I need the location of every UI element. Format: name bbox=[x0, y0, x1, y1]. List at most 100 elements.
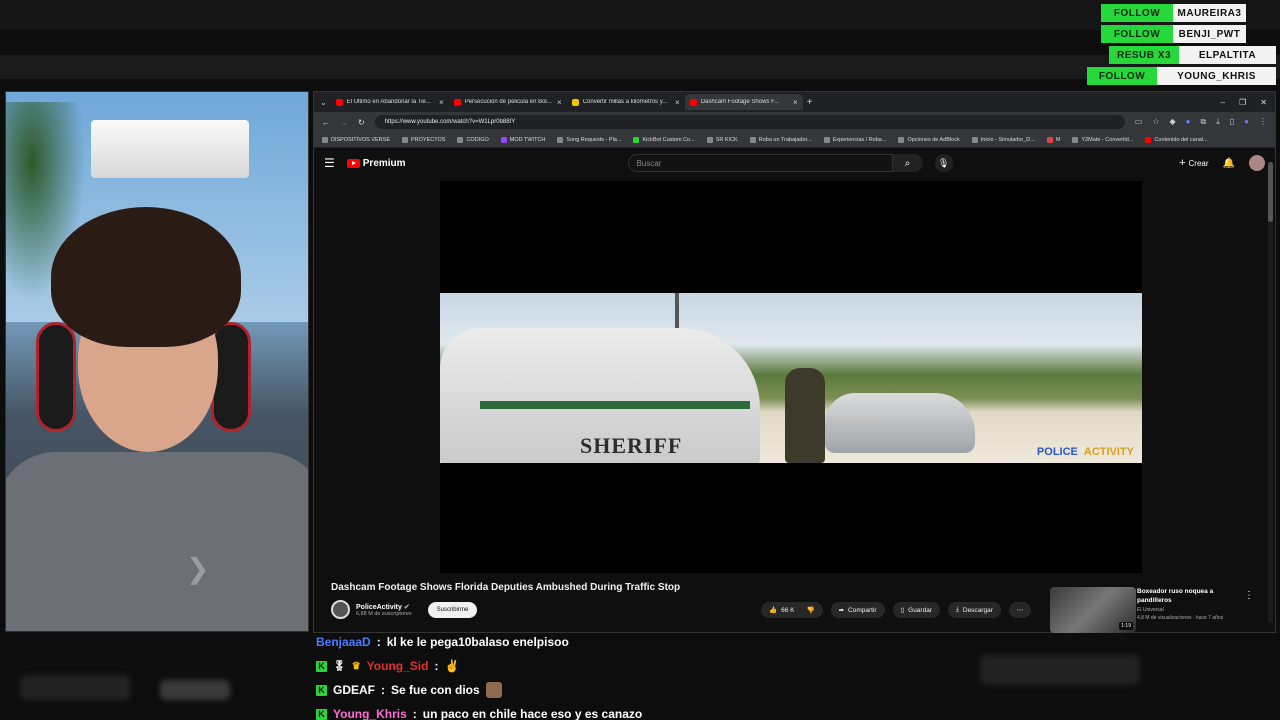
alert-name: ELPALTITA bbox=[1179, 46, 1276, 64]
notifications-bell-icon[interactable]: 🔔 bbox=[1223, 158, 1235, 169]
close-icon[interactable]: × bbox=[439, 98, 444, 107]
video-frame: SHERIFF POLICE ACTIVITY bbox=[440, 293, 1142, 463]
bookmark-item[interactable]: Contenido del canal... bbox=[1145, 136, 1208, 143]
bookmark-item[interactable]: DISPOSITIVOS VERSE bbox=[322, 136, 390, 143]
bookmark-label: Roba un Trabajador... bbox=[758, 136, 812, 143]
close-icon[interactable]: × bbox=[793, 98, 798, 107]
bookmark-item[interactable]: Experiencias / Roba... bbox=[823, 136, 886, 143]
close-icon[interactable]: × bbox=[557, 98, 562, 107]
bookmark-item[interactable]: Opciones de AdBlock bbox=[898, 136, 960, 143]
bookmark-label: DISPOSITIVOS VERSE bbox=[331, 136, 390, 143]
bookmark-label: CODIGO bbox=[466, 136, 489, 143]
bookmark-label: Opciones de AdBlock bbox=[907, 136, 960, 143]
bookmark-item[interactable]: Song Requests - Pla... bbox=[557, 136, 621, 143]
url-field[interactable]: https://www.youtube.com/watch?v=W1Lpr0b8… bbox=[374, 115, 1125, 129]
extension-icon[interactable]: ◆ bbox=[1169, 117, 1175, 127]
search-input[interactable]: Buscar bbox=[627, 154, 893, 172]
site-icon bbox=[823, 136, 830, 143]
new-tab-icon[interactable]: + bbox=[807, 97, 813, 108]
subscribe-button[interactable]: Suscribirme bbox=[427, 601, 478, 618]
background-blur-block bbox=[160, 680, 230, 700]
save-label: Guardar bbox=[908, 606, 932, 614]
extension-icon[interactable]: ● bbox=[1186, 117, 1191, 127]
plus-icon: + bbox=[1179, 157, 1186, 169]
browser-tab[interactable]: Persecucion de pelicula en Bol... × bbox=[449, 94, 567, 110]
bookmark-item[interactable]: Roba un Trabajador... bbox=[749, 136, 812, 143]
webcam-feed: ❯ bbox=[5, 91, 309, 632]
voice-search-button[interactable]: 🎙 bbox=[934, 154, 953, 172]
bookmark-item[interactable]: M bbox=[1046, 136, 1060, 143]
avatar[interactable] bbox=[1249, 155, 1265, 171]
more-actions-button[interactable]: ⋯ bbox=[1008, 602, 1032, 618]
watermark-part: ACTIVITY bbox=[1083, 446, 1134, 458]
streamer-hair bbox=[51, 207, 241, 347]
more-vertical-icon[interactable]: ⋮ bbox=[1244, 590, 1254, 601]
recommended-info[interactable]: Boxeador ruso noquea a pandilleros El Un… bbox=[1137, 587, 1242, 621]
bookmark-item[interactable]: Inicio - Simulador_D... bbox=[971, 136, 1035, 143]
youtube-icon bbox=[689, 98, 697, 106]
maximize-icon[interactable]: ❐ bbox=[1239, 98, 1246, 107]
extensions-puzzle-icon[interactable]: ⧉ bbox=[1200, 117, 1206, 127]
bookmark-item[interactable]: SR KICK bbox=[706, 136, 738, 143]
hamburger-menu-icon[interactable]: ☰ bbox=[324, 156, 335, 170]
reload-icon[interactable]: ↻ bbox=[358, 118, 365, 127]
chat-separator: : bbox=[412, 707, 417, 720]
back-icon[interactable]: ← bbox=[322, 118, 330, 127]
channel-name[interactable]: PoliceActivity ✔ bbox=[356, 603, 412, 611]
download-icon[interactable]: ⤓ bbox=[1216, 117, 1220, 127]
video-actions: 👍 66 K 👎 ➦ Compartir ▯ Guardar ⤓ Descarg… bbox=[761, 602, 1032, 618]
bookmark-item[interactable]: MOD TWITCH bbox=[500, 136, 545, 143]
chat-username: Young_Sid bbox=[366, 659, 429, 673]
profile-icon[interactable]: ● bbox=[1244, 117, 1249, 127]
bookmark-star-icon[interactable]: ☆ bbox=[1152, 117, 1159, 127]
bookmark-item[interactable]: PROYECTOS bbox=[402, 136, 445, 143]
scrollbar-thumb[interactable] bbox=[1268, 162, 1273, 222]
recommended-thumbnail[interactable]: 1:19 bbox=[1050, 587, 1136, 633]
video-player[interactable]: SHERIFF POLICE ACTIVITY bbox=[440, 181, 1142, 573]
browser-tab-active[interactable]: Dashcam Footage Shows F... × bbox=[684, 94, 803, 110]
alert-tag: FOLLOW bbox=[1101, 25, 1173, 43]
like-count: 66 K bbox=[781, 606, 795, 614]
thumbs-up-icon: 👍 bbox=[769, 607, 778, 614]
scrollbar-track[interactable] bbox=[1268, 162, 1273, 622]
save-button[interactable]: ▯ Guardar bbox=[892, 602, 940, 618]
verified-icon: ✔ bbox=[403, 603, 410, 611]
channel-name-text: PoliceActivity bbox=[356, 603, 402, 611]
channel-row: PoliceActivity ✔ 6,88 M de suscriptores … bbox=[331, 600, 478, 619]
kick-icon bbox=[633, 136, 640, 143]
tab-list-icon[interactable]: ⌄ bbox=[320, 98, 327, 107]
bookmark-item[interactable]: CODIGO bbox=[457, 136, 489, 143]
minimize-icon[interactable]: – bbox=[1221, 98, 1225, 107]
install-app-icon[interactable]: ▭ bbox=[1135, 117, 1143, 127]
browser-tab[interactable]: El Último en Abandonar la Tie... × bbox=[331, 94, 449, 110]
browser-tab[interactable]: Convertir millas a kilómetros y... × bbox=[567, 94, 685, 110]
menu-icon[interactable]: ⋮ bbox=[1259, 117, 1267, 127]
share-button[interactable]: ➦ Compartir bbox=[830, 602, 885, 618]
sidebar-icon[interactable]: ▯ bbox=[1230, 117, 1234, 127]
recommended-views: 4,8 M de visualizaciones · hace 7 años bbox=[1137, 615, 1224, 621]
air-conditioner bbox=[91, 120, 249, 178]
close-window-icon[interactable]: ✕ bbox=[1260, 98, 1267, 107]
streamer-shirt bbox=[6, 452, 308, 631]
background-app-topbar bbox=[0, 0, 1280, 30]
chat-message: K 🎖 ♛ Young_Sid : ✌ bbox=[316, 654, 916, 678]
video-watermark: POLICE ACTIVITY bbox=[1037, 446, 1134, 458]
search-button[interactable]: ⌕ bbox=[892, 154, 923, 172]
create-button[interactable]: + Crear bbox=[1179, 157, 1208, 169]
globe-icon bbox=[557, 136, 564, 143]
thumbs-down-icon[interactable]: 👎 bbox=[806, 606, 814, 614]
site-icon bbox=[749, 136, 756, 143]
download-button[interactable]: ⤓ Descargar bbox=[948, 602, 1001, 618]
forward-icon[interactable]: → bbox=[340, 118, 348, 127]
bookmark-item[interactable]: Y2Mate - Convertid... bbox=[1072, 136, 1133, 143]
bookmark-item[interactable]: KickBot Custom Co... bbox=[633, 136, 695, 143]
close-icon[interactable]: × bbox=[675, 98, 680, 107]
youtube-logo[interactable]: Premium bbox=[346, 158, 406, 169]
channel-avatar[interactable] bbox=[331, 600, 350, 619]
share-icon: ➦ bbox=[838, 607, 845, 614]
chat-message: K GDEAF : Se fue con dios bbox=[316, 678, 916, 702]
create-label: Crear bbox=[1188, 158, 1209, 168]
tab-label: El Último en Abandonar la Tie... bbox=[346, 99, 431, 105]
kick-badge-icon: K bbox=[316, 684, 327, 696]
like-button[interactable]: 👍 66 K 👎 bbox=[761, 602, 823, 618]
